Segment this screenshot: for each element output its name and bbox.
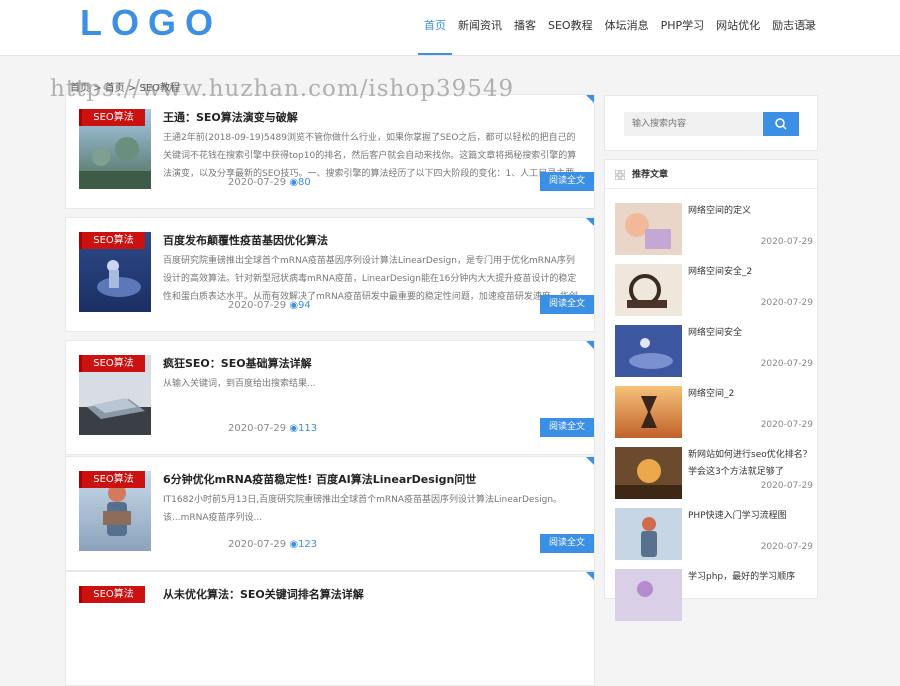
read-more-button[interactable]: 阅读全文	[540, 295, 594, 314]
recommend-item-date: 2020-07-29	[760, 420, 813, 430]
search-icon[interactable]	[800, 18, 814, 32]
nav-item-home[interactable]: 首页	[418, 0, 452, 55]
article-views: 113	[298, 423, 318, 434]
main-nav: 首页 新闻资讯 播客 SEO教程 体坛消息 PHP学习 网站优化 励志语录	[418, 0, 822, 55]
recommend-item[interactable]: 网络空间_2 2020-07-29	[615, 386, 814, 441]
article-excerpt: 从输入关键词，到百度给出搜索结果...	[163, 379, 316, 389]
article-card: SEO算法 从未优化算法：SEO关键词排名算法详解	[65, 571, 595, 686]
sidebar-search-box	[604, 95, 818, 151]
breadcrumb: 首页 > 首页 > SEO教程	[70, 83, 181, 94]
article-date: 2020-07-29	[228, 300, 287, 311]
read-more-button[interactable]: 阅读全文	[540, 534, 594, 553]
site-logo[interactable]: LOGO	[80, 2, 222, 44]
search-input[interactable]	[624, 112, 762, 136]
nav-item-news[interactable]: 新闻资讯	[452, 0, 508, 55]
article-views: 123	[298, 539, 318, 550]
article-meta: 2020-07-29 ◉113	[228, 423, 317, 434]
category-badge[interactable]: SEO算法	[79, 109, 145, 126]
nav-item-sports[interactable]: 体坛消息	[599, 0, 655, 55]
recommend-thumbnail[interactable]	[615, 508, 682, 560]
divider	[605, 188, 817, 189]
recommend-item-date: 2020-07-29	[760, 542, 813, 552]
corner-mark	[586, 457, 594, 465]
recommended-articles-panel: 推荐文章 网络空间的定义 2020-07-29 网络空间安全_2 2020-07…	[604, 159, 818, 621]
eye-icon: ◉	[289, 300, 299, 311]
corner-mark	[586, 218, 594, 226]
article-views: 80	[298, 177, 311, 188]
nav-item-optimize[interactable]: 网站优化	[710, 0, 766, 55]
breadcrumb-home[interactable]: 首页	[70, 83, 90, 94]
read-more-button[interactable]: 阅读全文	[540, 172, 594, 191]
article-title[interactable]: 疯狂SEO：SEO基础算法详解	[163, 355, 583, 371]
article-title[interactable]: 从未优化算法：SEO关键词排名算法详解	[163, 586, 583, 602]
nav-item-php[interactable]: PHP学习	[655, 0, 711, 55]
read-more-button[interactable]: 阅读全文	[540, 418, 594, 437]
article-card: SEO算法 王通：SEO算法演变与破解 王通2年前(2018-09-19)548…	[65, 94, 595, 209]
article-meta: 2020-07-29 ◉123	[228, 539, 317, 550]
recommend-item-title[interactable]: 网络空间安全	[688, 325, 814, 342]
article-views: 94	[298, 300, 311, 311]
recommend-item-title[interactable]: 学习php，最好的学习顺序	[688, 569, 814, 586]
eye-icon: ◉	[289, 177, 299, 188]
article-title[interactable]: 王通：SEO算法演变与破解	[163, 109, 583, 125]
search-icon	[775, 118, 787, 130]
recommend-item[interactable]: 网络空间安全_2 2020-07-29	[615, 264, 814, 319]
recommend-item-date: 2020-07-29	[760, 359, 813, 369]
article-title[interactable]: 6分钟优化mRNA疫苗稳定性! 百度AI算法LinearDesign问世	[163, 471, 583, 487]
nav-item-podcast[interactable]: 播客	[508, 0, 542, 55]
corner-mark	[586, 95, 594, 103]
nav-item-seo[interactable]: SEO教程	[542, 0, 599, 55]
recommend-thumbnail[interactable]	[615, 569, 682, 621]
article-excerpt: IT1682小时前5月13日,百度研究院重磅推出全球首个mRNA疫苗基因序列设计…	[163, 495, 563, 523]
eye-icon: ◉	[289, 423, 299, 434]
recommend-thumbnail[interactable]	[615, 447, 682, 499]
article-excerpt: 百度研究院重磅推出全球首个mRNA疫苗基因序列设计算法LinearDesign，…	[163, 256, 578, 302]
article-title[interactable]: 百度发布颠覆性疫苗基因优化算法	[163, 232, 583, 248]
category-badge[interactable]: SEO算法	[79, 471, 145, 488]
corner-mark	[586, 341, 594, 349]
recommend-thumbnail[interactable]	[615, 264, 682, 316]
recommend-thumbnail[interactable]	[615, 386, 682, 438]
recommend-item-date: 2020-07-29	[760, 298, 813, 308]
recommend-thumbnail[interactable]	[615, 325, 682, 377]
recommend-thumbnail[interactable]	[615, 203, 682, 255]
search-button[interactable]	[763, 112, 799, 136]
site-header: LOGO 首页 新闻资讯 播客 SEO教程 体坛消息 PHP学习 网站优化 励志…	[0, 0, 900, 56]
article-date: 2020-07-29	[228, 539, 287, 550]
recommend-item[interactable]: PHP快速入门学习流程图 2020-07-29	[615, 508, 814, 563]
breadcrumb-current: SEO教程	[139, 83, 181, 94]
category-badge[interactable]: SEO算法	[79, 232, 145, 249]
article-meta: 2020-07-29 ◉94	[228, 300, 311, 311]
article-meta: 2020-07-29 ◉80	[228, 177, 311, 188]
recommend-item[interactable]: 网络空间安全 2020-07-29	[615, 325, 814, 380]
breadcrumb-home-2[interactable]: 首页	[105, 83, 125, 94]
corner-mark	[586, 572, 594, 580]
article-card: SEO算法 6分钟优化mRNA疫苗稳定性! 百度AI算法LinearDesign…	[65, 456, 595, 571]
article-date: 2020-07-29	[228, 177, 287, 188]
eye-icon: ◉	[289, 539, 299, 550]
article-card: SEO算法 百度发布颠覆性疫苗基因优化算法 百度研究院重磅推出全球首个mRNA疫…	[65, 217, 595, 332]
recommend-header: 推荐文章	[615, 167, 668, 180]
recommend-item-title[interactable]: 网络空间_2	[688, 386, 814, 403]
recommend-item-title[interactable]: 新网站如何进行seo优化排名？学会这3个方法就足够了	[688, 447, 814, 481]
recommend-item[interactable]: 学习php，最好的学习顺序	[615, 569, 811, 624]
article-card: SEO算法 疯狂SEO：SEO基础算法详解 从输入关键词，到百度给出搜索结果..…	[65, 340, 595, 455]
recommend-item[interactable]: 新网站如何进行seo优化排名？学会这3个方法就足够了 2020-07-29	[615, 447, 814, 502]
recommend-item[interactable]: 网络空间的定义 2020-07-29	[615, 203, 814, 258]
recommend-item-date: 2020-07-29	[760, 237, 813, 247]
category-badge[interactable]: SEO算法	[79, 355, 145, 372]
recommend-item-title[interactable]: 网络空间安全_2	[688, 264, 814, 281]
grid-icon	[615, 169, 625, 180]
recommend-title: 推荐文章	[632, 170, 669, 180]
article-date: 2020-07-29	[228, 423, 287, 434]
recommend-item-date: 2020-07-29	[760, 481, 813, 491]
recommend-item-title[interactable]: 网络空间的定义	[688, 203, 814, 220]
recommend-item-title[interactable]: PHP快速入门学习流程图	[688, 508, 814, 525]
article-excerpt: 王通2年前(2018-09-19)5489浏览不管你做什么行业，如果你掌握了SE…	[163, 133, 577, 179]
